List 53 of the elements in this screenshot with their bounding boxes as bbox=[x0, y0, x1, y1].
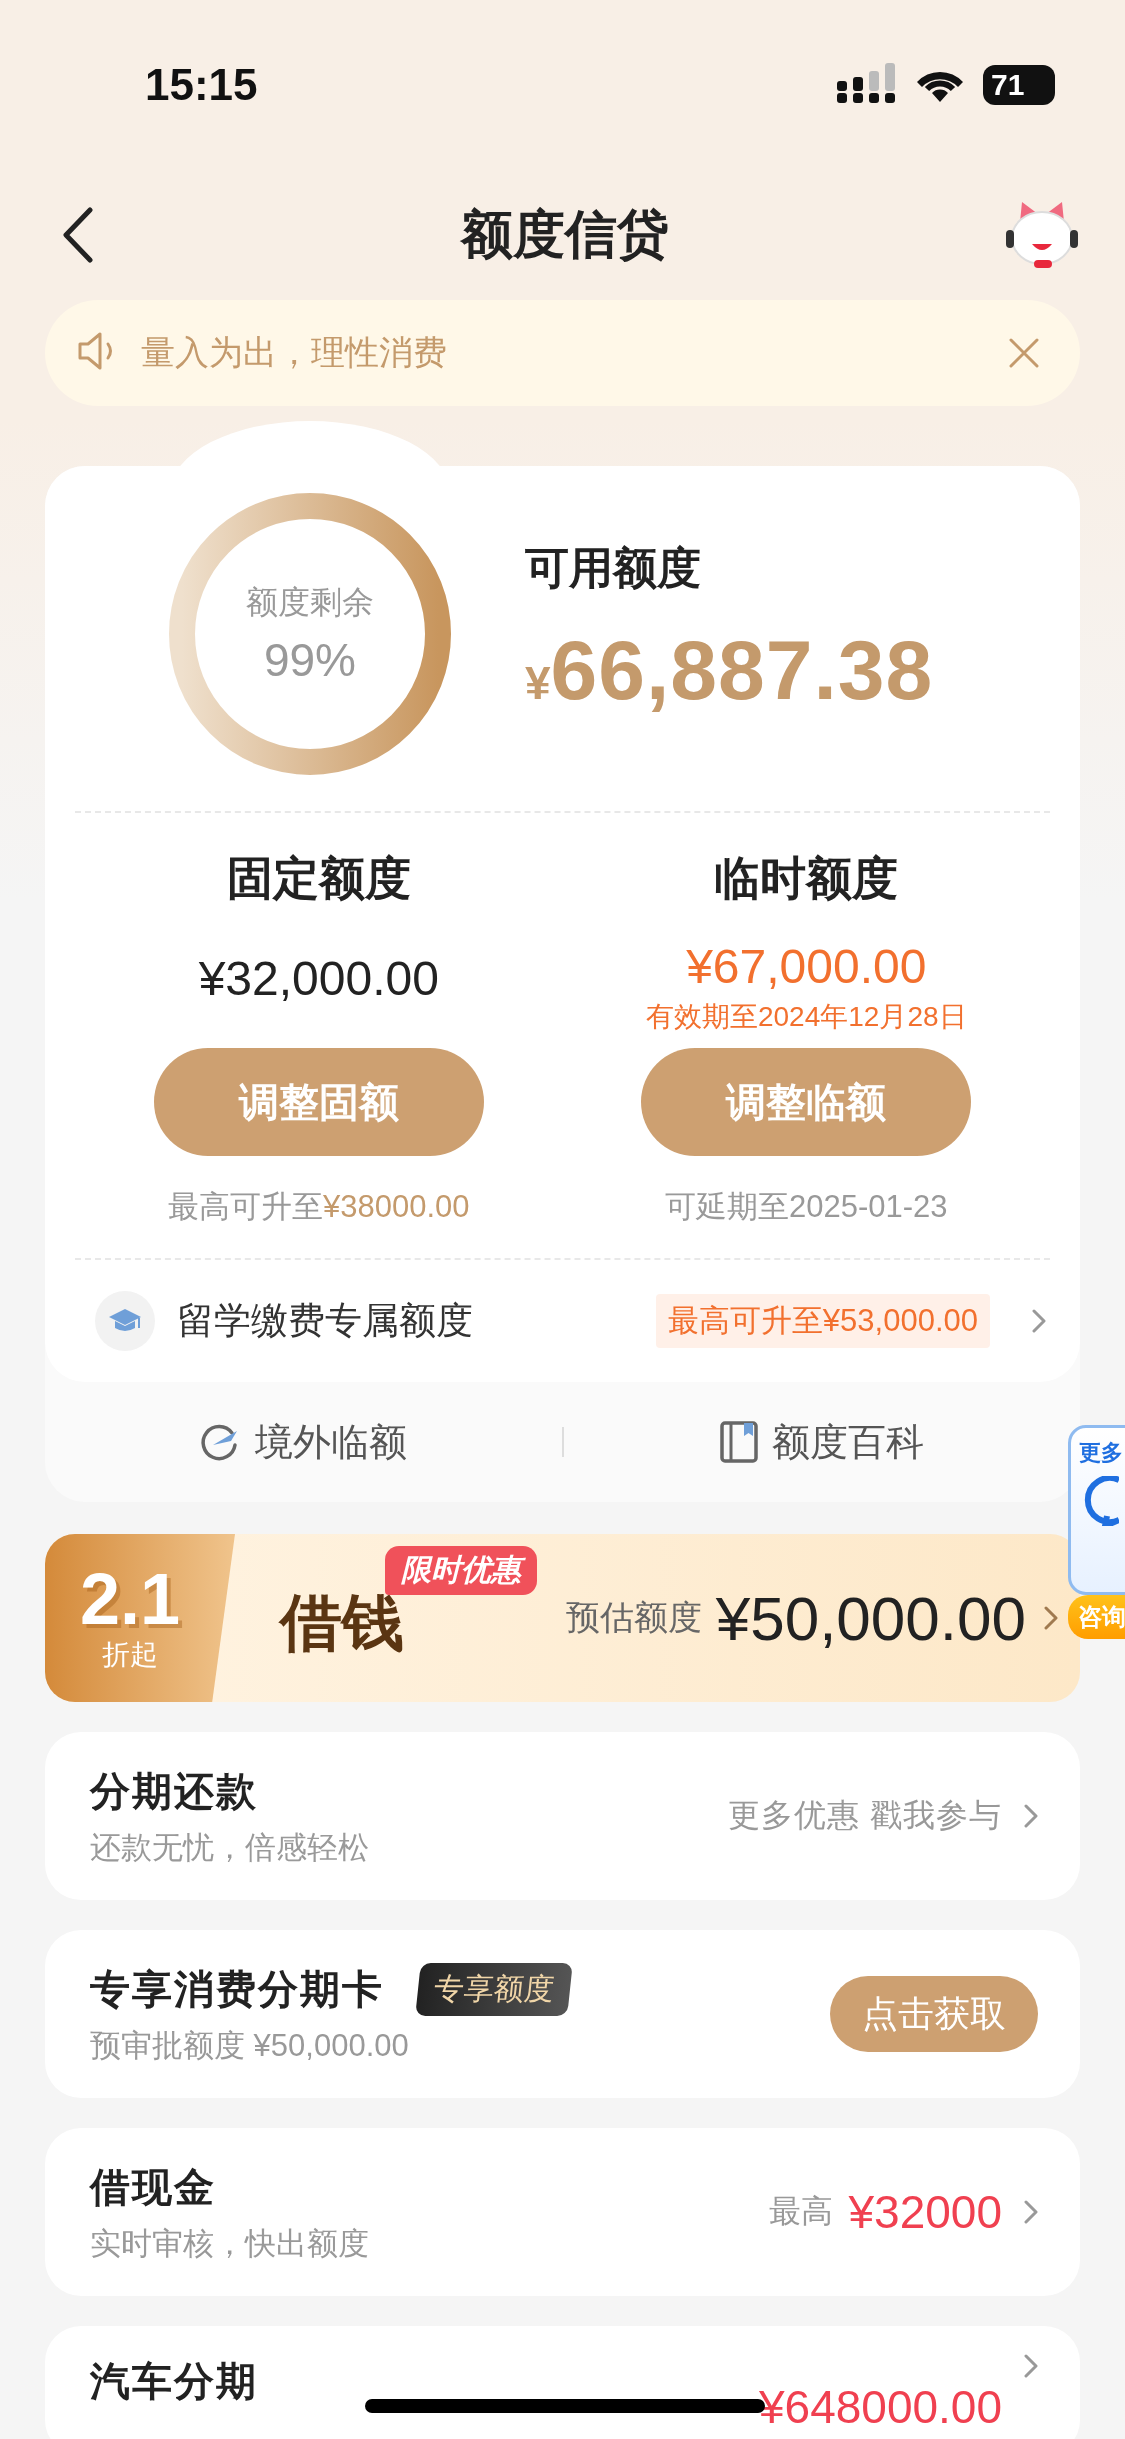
book-icon bbox=[719, 1421, 758, 1463]
product-title: 分期还款 bbox=[90, 1767, 258, 1815]
ring-label: 额度剩余 bbox=[246, 582, 374, 622]
quota-title: 临时额度 bbox=[714, 851, 899, 906]
battery-level: 71 bbox=[983, 65, 1055, 105]
estimate-amount: ¥50,000.00 bbox=[715, 1582, 1026, 1654]
chevron-icon bbox=[1044, 1606, 1058, 1630]
promo-link-text: 更多优惠 戳我参与 bbox=[728, 1796, 1002, 1835]
discount-value: 2.1 bbox=[79, 1562, 181, 1636]
study-quota-row[interactable]: 留学缴费专属额度 最高可升至¥53,000.00 bbox=[75, 1260, 1050, 1382]
chevron-icon bbox=[1024, 1804, 1038, 1828]
product-subtitle: 预审批额度 ¥50,000.00 bbox=[90, 2026, 410, 2065]
product-card[interactable]: 专享消费分期卡 专享额度 预审批额度 ¥50,000.00 点击获取 bbox=[45, 1930, 1080, 2098]
limit-badge: 最高可升至¥53,000.00 bbox=[655, 1294, 990, 1348]
more-label: 更多 bbox=[1079, 1439, 1124, 1467]
validity-text: 有效期至2024年12月28日 bbox=[645, 999, 967, 1034]
chevron-icon bbox=[1032, 1309, 1046, 1333]
exclusive-tag: 专享额度 bbox=[415, 1962, 573, 2016]
product-card[interactable]: 借现金 实时审核，快出额度 最高 ¥32000 bbox=[45, 2128, 1080, 2296]
study-quota-label: 留学缴费专属额度 bbox=[177, 1299, 474, 1343]
available-amount: 66,887.38 bbox=[550, 621, 934, 719]
estimate-label: 预估额度 bbox=[565, 1597, 702, 1638]
product-card[interactable]: 分期还款 还款无忧，倍感轻松 更多优惠 戳我参与 bbox=[45, 1732, 1080, 1900]
product-card[interactable]: 汽车分期 ¥648000.00 bbox=[45, 2326, 1080, 2439]
page-title: 额度信贷 bbox=[461, 204, 669, 265]
max-amount: ¥32000 bbox=[848, 2185, 1002, 2239]
back-button[interactable] bbox=[60, 206, 96, 264]
quick-link[interactable]: 额度百科 bbox=[719, 1416, 924, 1468]
discount-suffix: 折起 bbox=[102, 1638, 158, 1672]
cat-mascot-icon[interactable] bbox=[1004, 200, 1080, 270]
quota-title: 固定额度 bbox=[226, 851, 411, 906]
quota-amount: ¥67,000.00 bbox=[686, 938, 927, 994]
limited-offer-tag: 限时优惠 bbox=[385, 1546, 537, 1595]
product-title: 借现金 bbox=[90, 2163, 216, 2211]
status-time: 15:15 bbox=[145, 60, 258, 110]
available-label: 可用额度 bbox=[525, 541, 702, 594]
max-amount: ¥648000.00 bbox=[758, 2380, 1002, 2434]
max-label: 最高 bbox=[768, 2192, 833, 2231]
quota-note: 可延期至2025-01-23 bbox=[664, 1188, 948, 1226]
chevron-icon bbox=[1024, 2354, 1038, 2378]
chevron-icon bbox=[1024, 2200, 1038, 2224]
quick-link[interactable]: 境外临额 bbox=[199, 1416, 408, 1468]
remaining-percent: 99% bbox=[263, 632, 357, 687]
quota-amount: ¥32,000.00 bbox=[198, 950, 439, 1006]
consult-widget[interactable]: 更多 bbox=[1068, 1425, 1125, 1595]
product-title: 汽车分期 bbox=[90, 2358, 258, 2405]
currency-sign: ¥ bbox=[525, 655, 551, 710]
loan-promo-banner[interactable]: 2.1 折起 限时优惠 借钱 预估额度 ¥50,000.00 bbox=[45, 1534, 1080, 1702]
quota-note: 最高可升至¥38000.00 bbox=[167, 1188, 470, 1226]
product-subtitle: 实时审核，快出额度 bbox=[90, 2224, 370, 2263]
product-subtitle: 还款无忧，倍感轻松 bbox=[90, 1828, 370, 1867]
product-title: 专享消费分期卡 bbox=[90, 1965, 384, 2013]
notice-text: 量入为出，理性消费 bbox=[141, 332, 448, 373]
